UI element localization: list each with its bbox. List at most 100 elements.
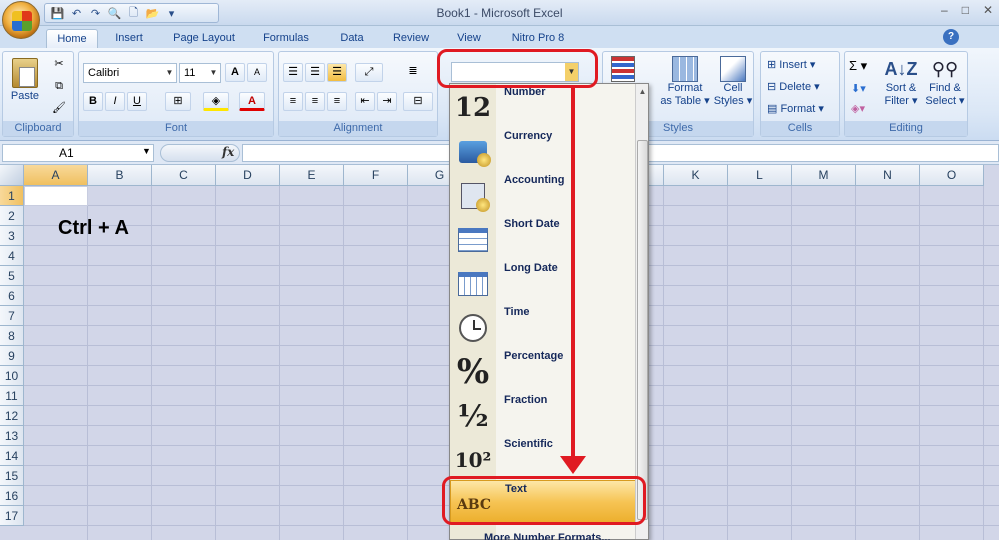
format-option-fraction[interactable]: ½ Fraction	[450, 392, 636, 436]
tab-home[interactable]: Home	[46, 29, 98, 48]
more-number-formats[interactable]: More Number Formats...	[484, 532, 611, 540]
row-header[interactable]: 16	[0, 486, 24, 506]
format-as-table-button[interactable]: Format as Table ▾	[657, 56, 713, 107]
minimize-button[interactable]: –	[941, 3, 948, 17]
align-center-icon[interactable]: ≡	[305, 92, 325, 111]
scroll-thumb[interactable]	[637, 140, 648, 520]
underline-button[interactable]: U	[127, 92, 147, 111]
fill-icon[interactable]: ⬇▾	[851, 82, 866, 95]
column-header[interactable]: F	[344, 165, 408, 186]
format-option-number[interactable]: 12 Number	[450, 84, 636, 128]
column-header[interactable]: C	[152, 165, 216, 186]
row-header[interactable]: 8	[0, 326, 24, 346]
align-middle-icon[interactable]: ☰	[305, 63, 325, 82]
tab-data[interactable]: Data	[330, 29, 374, 48]
format-cells-button[interactable]: ▤ Format ▾	[767, 102, 839, 115]
borders-icon[interactable]: ⊞	[165, 92, 191, 111]
row-header[interactable]: 13	[0, 426, 24, 446]
row-header[interactable]: 1	[0, 186, 24, 206]
tab-page-layout[interactable]: Page Layout	[164, 29, 244, 48]
align-right-icon[interactable]: ≡	[327, 92, 347, 111]
row-header[interactable]: 2	[0, 206, 24, 226]
align-top-icon[interactable]: ☰	[283, 63, 303, 82]
align-left-icon[interactable]: ≡	[283, 92, 303, 111]
tab-insert[interactable]: Insert	[104, 29, 154, 48]
cut-icon[interactable]: ✂	[49, 56, 69, 75]
font-size-select[interactable]: 11 ▼	[179, 63, 221, 83]
insert-function-icon[interactable]: fx	[222, 145, 234, 159]
find-select-button[interactable]: ⚲⚲ Find & Select ▾	[923, 56, 967, 107]
tab-view[interactable]: View	[448, 29, 490, 48]
row-header[interactable]: 5	[0, 266, 24, 286]
tab-review[interactable]: Review	[384, 29, 438, 48]
font-name-select[interactable]: Calibri ▼	[83, 63, 177, 83]
autosum-button[interactable]: Σ ▾	[849, 58, 867, 74]
column-header[interactable]: M	[792, 165, 856, 186]
maximize-button[interactable]: □	[962, 3, 969, 17]
italic-button[interactable]: I	[105, 92, 125, 111]
sort-filter-button[interactable]: A↓Z Sort & Filter ▾	[879, 56, 923, 107]
help-icon[interactable]: ?	[943, 29, 959, 45]
clear-icon[interactable]: ◈▾	[851, 102, 865, 115]
new-icon[interactable]: 🗋	[127, 7, 140, 20]
column-header[interactable]: D	[216, 165, 280, 186]
row-header[interactable]: 10	[0, 366, 24, 386]
row-header[interactable]: 6	[0, 286, 24, 306]
column-header[interactable]: E	[280, 165, 344, 186]
format-option-time[interactable]: Time	[450, 304, 636, 348]
scroll-up-icon[interactable]: ▲	[637, 86, 648, 97]
format-option-currency[interactable]: Currency	[450, 128, 636, 172]
open-icon[interactable]: 📂	[146, 7, 160, 20]
customize-qat-icon[interactable]: ▾	[165, 7, 178, 20]
format-painter-icon[interactable]: 🖌	[49, 100, 69, 119]
merge-center-icon[interactable]: ⊟	[403, 92, 433, 111]
insert-cells-button[interactable]: ⊞ Insert ▾	[767, 58, 839, 71]
grow-font-button[interactable]: A	[225, 63, 245, 82]
bold-button[interactable]: B	[83, 92, 103, 111]
column-header[interactable]: K	[664, 165, 728, 186]
column-header[interactable]: L	[728, 165, 792, 186]
column-header[interactable]: B	[88, 165, 152, 186]
tab-formulas[interactable]: Formulas	[254, 29, 318, 48]
print-preview-icon[interactable]: 🔍	[108, 7, 122, 20]
increase-indent-icon[interactable]: ⇥	[377, 92, 397, 111]
office-button[interactable]	[2, 1, 40, 39]
dropdown-scrollbar[interactable]: ▲	[635, 84, 648, 539]
row-header[interactable]: 11	[0, 386, 24, 406]
row-header[interactable]: 7	[0, 306, 24, 326]
column-header[interactable]: N	[856, 165, 920, 186]
row-header[interactable]: 17	[0, 506, 24, 526]
close-button[interactable]: ✕	[983, 3, 993, 17]
align-bottom-icon[interactable]: ☰	[327, 63, 347, 82]
cell-styles-button[interactable]: Cell Styles ▾	[713, 56, 753, 107]
decrease-indent-icon[interactable]: ⇤	[355, 92, 375, 111]
orientation-icon[interactable]: ⤢	[355, 63, 383, 82]
row-header[interactable]: 3	[0, 226, 24, 246]
name-box[interactable]: A1	[2, 144, 154, 162]
format-option-accounting[interactable]: Accounting	[450, 172, 636, 216]
column-header[interactable]: O	[920, 165, 984, 186]
save-icon[interactable]: 💾	[51, 7, 65, 20]
shrink-font-button[interactable]: A	[247, 63, 267, 82]
format-option-short-date[interactable]: Short Date	[450, 216, 636, 260]
font-color-button[interactable]: A	[239, 92, 265, 111]
undo-icon[interactable]: ↶	[70, 7, 83, 20]
chevron-down-icon[interactable]: ▼	[142, 146, 151, 156]
delete-cells-button[interactable]: ⊟ Delete ▾	[767, 80, 839, 93]
tab-nitro[interactable]: Nitro Pro 8	[500, 29, 576, 48]
wrap-text-icon[interactable]: ≣	[403, 63, 423, 82]
conditional-formatting-icon[interactable]	[609, 56, 637, 82]
row-header[interactable]: 15	[0, 466, 24, 486]
row-header[interactable]: 9	[0, 346, 24, 366]
row-header[interactable]: 14	[0, 446, 24, 466]
column-header[interactable]: A	[24, 165, 88, 186]
row-header[interactable]: 4	[0, 246, 24, 266]
format-option-percentage[interactable]: % Percentage	[450, 348, 636, 392]
active-cell[interactable]	[24, 186, 88, 206]
format-option-scientific[interactable]: 10² Scientific	[450, 436, 636, 480]
select-all-corner[interactable]	[0, 165, 24, 186]
copy-icon[interactable]: ⧉	[49, 78, 69, 97]
fill-color-icon[interactable]: ◈	[203, 92, 229, 111]
format-option-long-date[interactable]: Long Date	[450, 260, 636, 304]
row-header[interactable]: 12	[0, 406, 24, 426]
